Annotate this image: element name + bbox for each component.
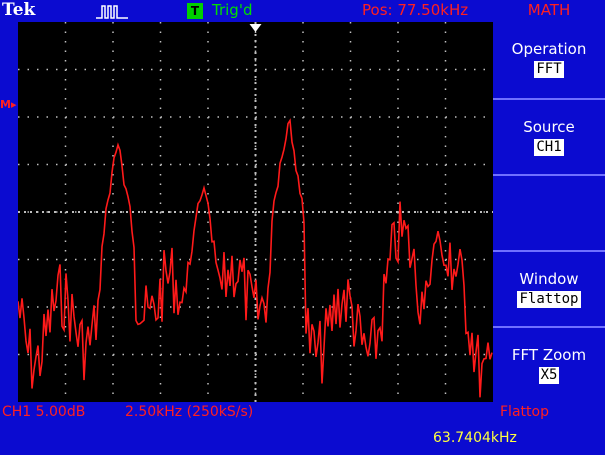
menu-item-operation[interactable]: Operation FFT	[493, 22, 605, 98]
pulse-train-icon	[96, 5, 128, 19]
trigger-status: Trig'd	[212, 1, 253, 19]
menu-item-source[interactable]: Source CH1	[493, 100, 605, 176]
trigger-position-arrow-icon	[249, 24, 262, 32]
menu-title: MATH	[527, 1, 571, 19]
window-type: Flattop	[500, 404, 549, 420]
trigger-badge: T	[187, 3, 203, 19]
frequency-readout: 63.7404kHz	[433, 430, 517, 446]
graticule-and-trace	[18, 22, 493, 402]
top-status-bar: Tek T Trig'd Pos: 77.50kHz MATH	[0, 0, 605, 22]
menu-item-window[interactable]: Window Flattop	[493, 252, 605, 328]
channel-scale: CH1 5.00dB	[2, 404, 86, 420]
menu-item-fft-zoom[interactable]: FFT Zoom X5	[493, 328, 605, 404]
brand-logo: Tek	[2, 0, 36, 20]
waveform-display	[18, 22, 493, 402]
menu-item-blank[interactable]	[493, 176, 605, 252]
math-reference-marker: M▸	[0, 98, 17, 111]
frequency-scale: 2.50kHz (250kS/s)	[125, 404, 254, 420]
side-menu: Operation FFT Source CH1 Window Flattop …	[493, 22, 605, 402]
horizontal-position: Pos: 77.50kHz	[362, 1, 469, 19]
